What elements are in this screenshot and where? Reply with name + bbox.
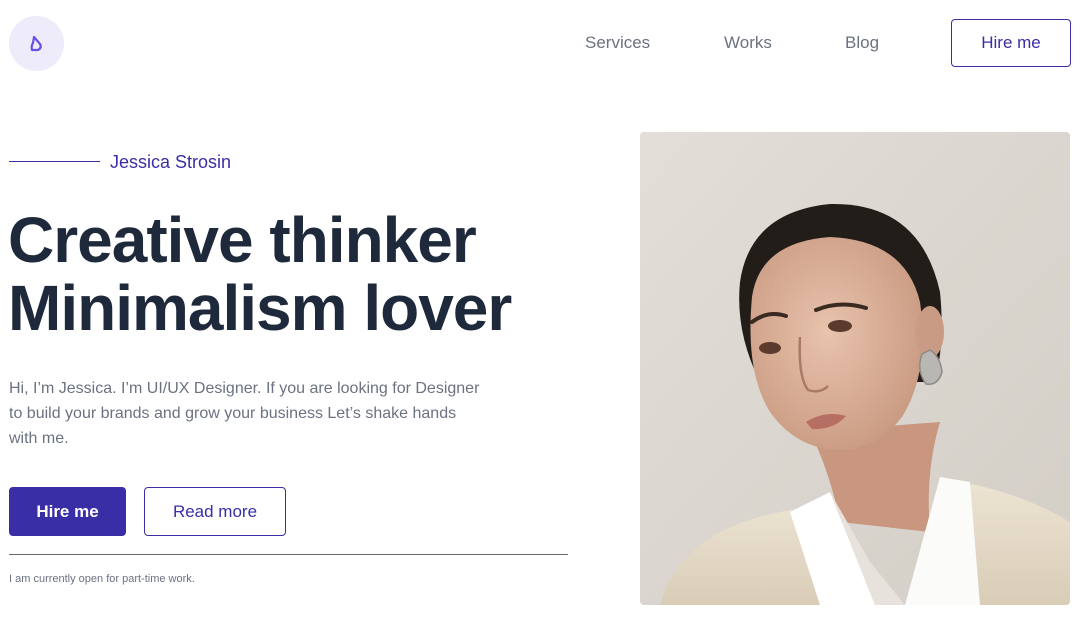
intro-paragraph: Hi, I’m Jessica. I’m UI/UX Designer. If … <box>9 376 529 451</box>
read-more-button[interactable]: Read more <box>144 487 286 536</box>
intro-line-2: to build your brands and grow your busin… <box>9 405 457 422</box>
availability-note: I am currently open for part-time work. <box>9 573 195 585</box>
headline-line-2: Minimalism lover <box>8 272 512 344</box>
hero-headline: Creative thinker Minimalism lover <box>8 204 512 344</box>
hire-me-button[interactable]: Hire me <box>9 487 126 536</box>
nav-link-blog[interactable]: Blog <box>845 33 879 53</box>
name-accent-line <box>9 161 100 162</box>
logo[interactable] <box>9 16 64 71</box>
hire-me-header-button[interactable]: Hire me <box>951 19 1071 67</box>
author-name: Jessica Strosin <box>110 152 232 172</box>
nav-link-services[interactable]: Services <box>585 33 650 53</box>
nav-link-works[interactable]: Works <box>724 33 772 53</box>
landing-page: Services Works Blog Hire me Jessica Stro… <box>0 0 1081 618</box>
intro-line-3: with me. <box>9 430 69 447</box>
portrait-photo <box>640 132 1070 605</box>
hero-divider <box>9 554 568 555</box>
headline-line-1: Creative thinker <box>8 204 477 276</box>
logo-mark-icon <box>30 35 42 51</box>
portrait-image <box>640 132 1070 605</box>
intro-line-1: Hi, I’m Jessica. I’m UI/UX Designer. If … <box>9 380 480 397</box>
